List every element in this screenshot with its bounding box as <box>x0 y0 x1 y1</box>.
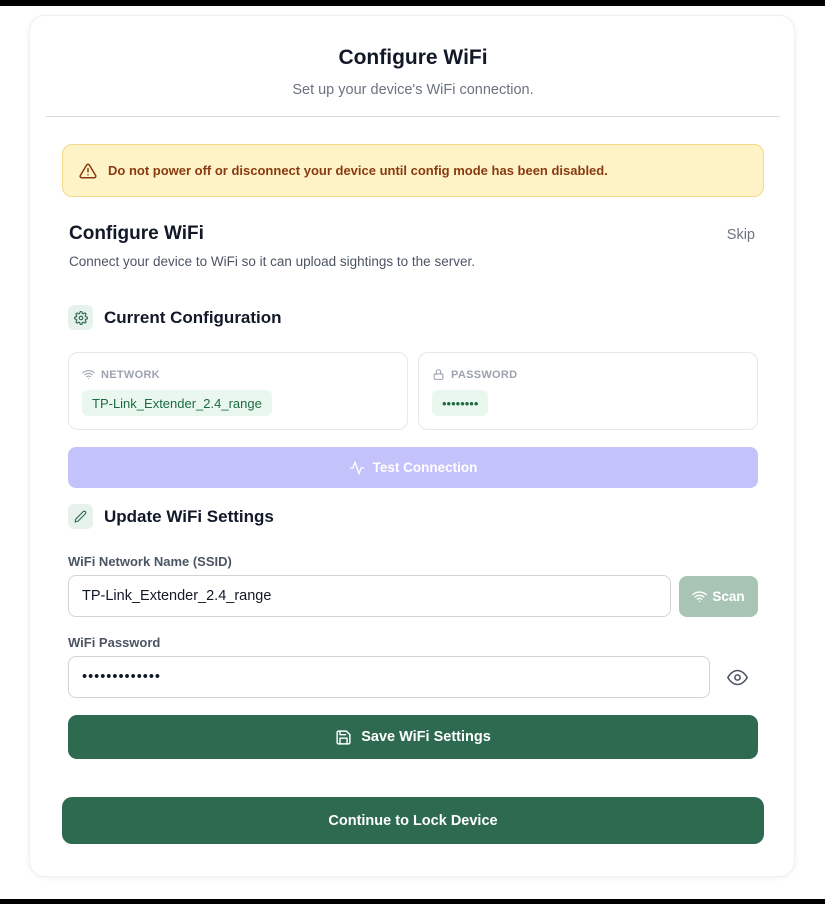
password-label: PASSWORD <box>432 368 517 381</box>
password-value: •••••••• <box>432 390 489 416</box>
section-description: Connect your device to WiFi so it can up… <box>69 254 475 269</box>
warning-banner: Do not power off or disconnect your devi… <box>62 144 764 197</box>
save-icon <box>336 729 351 745</box>
skip-button[interactable]: Skip <box>727 227 755 243</box>
save-wifi-settings-label: Save WiFi Settings <box>361 729 491 745</box>
ssid-input[interactable] <box>68 575 671 617</box>
test-connection-label: Test Connection <box>372 460 478 475</box>
current-configuration-heading: Current Configuration <box>68 305 282 330</box>
scan-button[interactable]: Scan <box>679 576 758 617</box>
page-title: Configure WiFi <box>338 46 488 69</box>
ssid-label: WiFi Network Name (SSID) <box>68 554 232 569</box>
network-label-text: NETWORK <box>101 368 160 381</box>
password-label-text: PASSWORD <box>451 368 518 381</box>
password-input[interactable] <box>68 656 710 698</box>
password-info-card: PASSWORD •••••••• <box>418 352 758 430</box>
configure-wifi-card: Configure WiFi Set up your device's WiFi… <box>29 15 795 877</box>
save-wifi-settings-button[interactable]: Save WiFi Settings <box>68 715 758 759</box>
update-wifi-label: Update WiFi Settings <box>104 506 274 526</box>
section-title: Configure WiFi <box>69 223 204 244</box>
warning-text: Do not power off or disconnect your devi… <box>108 163 608 178</box>
wifi-icon <box>82 370 95 380</box>
continue-to-lock-device-button[interactable]: Continue to Lock Device <box>62 797 764 844</box>
wifi-icon <box>692 591 708 603</box>
activity-icon <box>349 460 364 475</box>
page-subtitle: Set up your device's WiFi connection. <box>292 82 534 98</box>
warning-triangle-icon <box>79 162 97 180</box>
show-password-toggle[interactable] <box>724 666 750 688</box>
network-value: TP-Link_Extender_2.4_range <box>82 390 272 416</box>
pencil-icon <box>68 504 93 529</box>
current-configuration-label: Current Configuration <box>104 307 282 327</box>
gear-icon <box>68 305 93 330</box>
update-wifi-heading: Update WiFi Settings <box>68 504 274 529</box>
network-label: NETWORK <box>82 368 160 381</box>
scan-label: Scan <box>712 589 745 604</box>
password-field-label: WiFi Password <box>68 635 161 650</box>
network-info-card: NETWORK TP-Link_Extender_2.4_range <box>68 352 408 430</box>
eye-icon <box>726 669 748 685</box>
test-connection-button[interactable]: Test Connection <box>68 447 758 488</box>
lock-icon <box>433 369 444 380</box>
header-divider <box>46 116 780 117</box>
